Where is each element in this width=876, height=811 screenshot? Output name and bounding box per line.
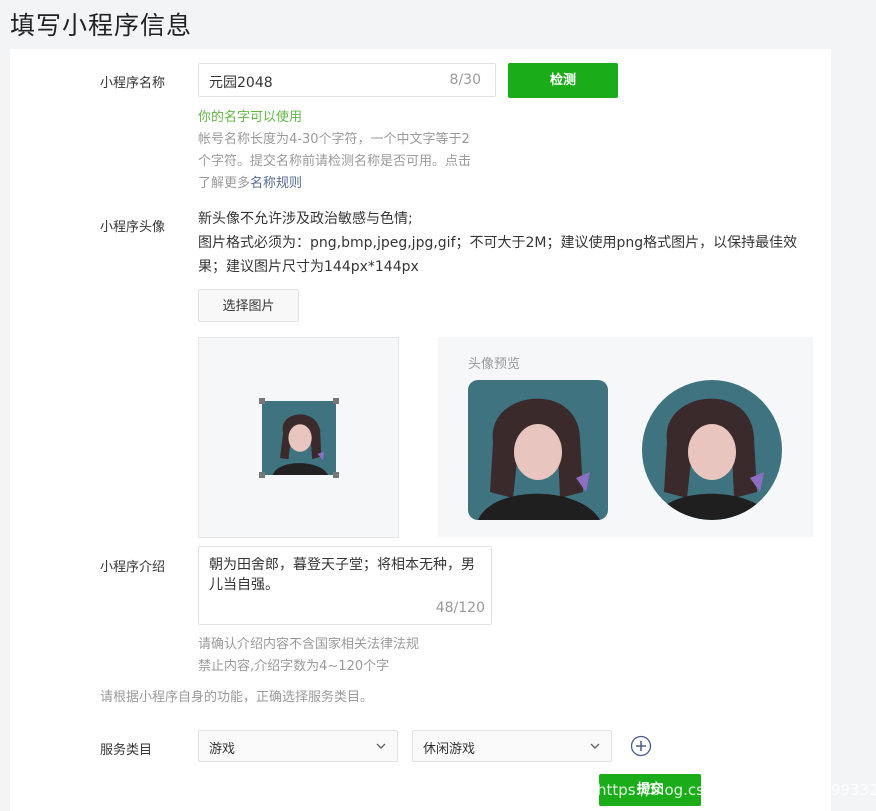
intro-tip-line: 请确认介绍内容不含国家相关法律法规 — [198, 637, 420, 652]
name-tip-line: 帐号名称长度为4-30个字符，一个中文字等于2 — [198, 132, 470, 147]
plus-circle-icon[interactable] — [630, 735, 652, 757]
name-tip: 帐号名称长度为4-30个字符，一个中文字等于2 个字符。提交名称前请检测名称是否… — [198, 129, 471, 195]
avatar-preview-panel: 头像预览 — [438, 337, 813, 537]
name-tip-line: 了解更多名称规则 — [198, 173, 471, 195]
name-input[interactable]: 元园2048 8/30 — [198, 63, 496, 97]
name-rules-link[interactable]: 名称规则 — [250, 176, 302, 191]
page-title: 填写小程序信息 — [10, 11, 193, 40]
intro-textarea-value[interactable]: 朝为田舍郎，暮登天子堂；将相本无种，男儿当自强。 — [209, 555, 485, 595]
primary-category-select[interactable]: 游戏 — [198, 730, 398, 762]
category-hint: 请根据小程序自身的功能，正确选择服务类目。 — [100, 690, 374, 705]
check-name-button[interactable]: 检测 — [508, 63, 618, 98]
name-tip-prefix: 了解更多 — [198, 176, 251, 191]
preview-title: 头像预览 — [468, 357, 521, 372]
avatar-preview-square — [468, 380, 608, 520]
avatar-preview-image — [468, 380, 608, 520]
primary-category-value: 游戏 — [209, 742, 236, 757]
intro-tip-line: 禁止内容,介绍字数为4~120个字 — [198, 659, 390, 674]
name-label: 小程序名称 — [100, 76, 166, 91]
crop-handle-bottom-right[interactable] — [333, 472, 339, 478]
avatar-label: 小程序头像 — [100, 220, 166, 235]
name-char-counter: 8/30 — [449, 72, 481, 88]
avatar-crop-area[interactable] — [198, 337, 399, 538]
avatar-preview-image — [642, 380, 782, 520]
chevron-down-icon — [590, 743, 600, 749]
crop-handle-top-left[interactable] — [259, 398, 265, 404]
avatar-rule-line: 图片格式必须为：png,bmp,jpeg,jpg,gif；不可大于2M；建议使用… — [198, 235, 798, 251]
intro-tip: 请确认介绍内容不含国家相关法律法规 禁止内容,介绍字数为4~120个字 — [198, 634, 419, 678]
intro-label: 小程序介绍 — [100, 560, 166, 575]
submit-button[interactable]: 提交 — [599, 774, 701, 806]
avatar-preview-circle — [642, 380, 782, 520]
crop-selection[interactable] — [259, 398, 339, 478]
name-tip-line: 个字符。提交名称前请检测名称是否可用。点击 — [198, 154, 472, 169]
category-label: 服务类目 — [100, 743, 153, 758]
chevron-down-icon — [376, 743, 386, 749]
secondary-category-select[interactable]: 休闲游戏 — [412, 730, 612, 762]
crop-handle-top-right[interactable] — [333, 398, 339, 404]
avatar-rules: 新头像不允许涉及政治敏感与色情; 图片格式必须为：png,bmp,jpeg,jp… — [198, 207, 808, 279]
choose-image-button[interactable]: 选择图片 — [198, 289, 299, 322]
avatar-rule-line: 新头像不允许涉及政治敏感与色情; — [198, 211, 413, 227]
secondary-category-value: 休闲游戏 — [423, 742, 476, 757]
name-available-message: 你的名字可以使用 — [198, 110, 303, 125]
name-input-value[interactable]: 元园2048 — [209, 72, 273, 92]
crop-handle-bottom-left[interactable] — [259, 472, 265, 478]
intro-textarea[interactable]: 朝为田舍郎，暮登天子堂；将相本无种，男儿当自强。 48/120 — [198, 546, 492, 625]
avatar-rule-line: 果；建议图片尺寸为144px*144px — [198, 259, 419, 275]
intro-char-counter: 48/120 — [435, 600, 485, 616]
avatar-crop-image — [262, 401, 336, 475]
